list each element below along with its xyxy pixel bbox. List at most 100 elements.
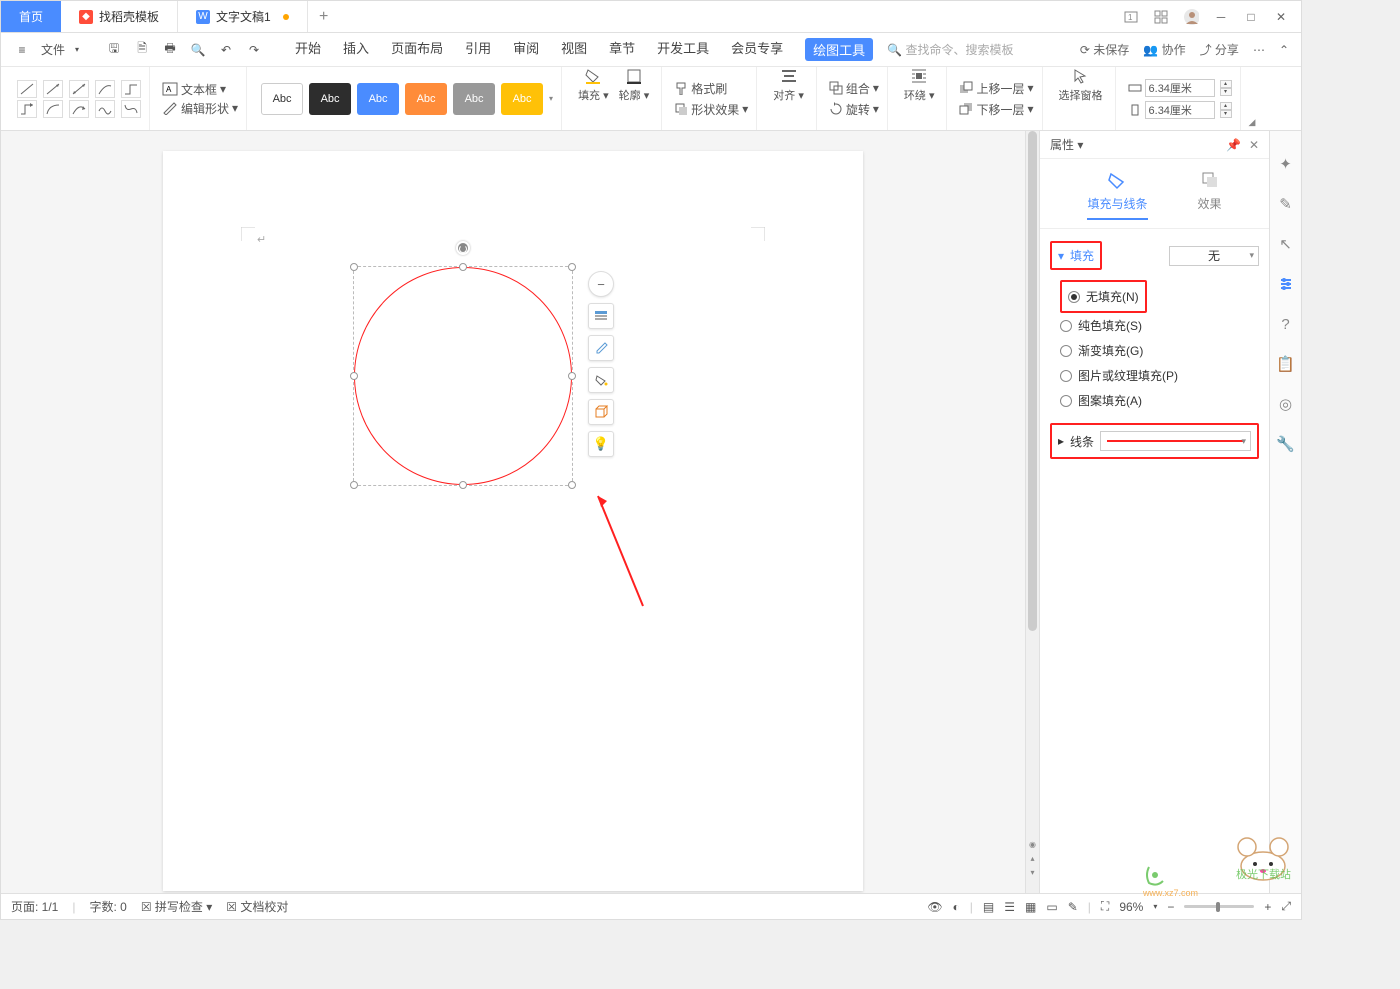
circle-shape[interactable] — [354, 267, 572, 485]
save-icon[interactable]: 🖫 — [105, 41, 123, 59]
status-page[interactable]: 页面: 1/1 — [11, 898, 58, 915]
view-read-icon[interactable]: ▭ — [1046, 900, 1057, 914]
rail-clipboard-icon[interactable]: 📋 — [1277, 355, 1295, 373]
line-shape-5[interactable] — [121, 80, 141, 98]
view-print-icon[interactable]: ▤ — [983, 900, 994, 914]
tool-layout[interactable] — [588, 303, 614, 329]
menu-review[interactable]: 审阅 — [513, 38, 539, 61]
new-tab-button[interactable]: + — [308, 1, 340, 32]
status-words[interactable]: 字数: 0 — [89, 898, 126, 915]
shape-style-4[interactable]: Abc — [405, 83, 447, 115]
search-input[interactable]: 🔍 查找命令、搜索模板 — [887, 41, 1013, 58]
radio-no-fill[interactable]: 无填充(N) — [1068, 284, 1139, 309]
bring-forward-button[interactable]: 上移一层 ▾ — [959, 79, 1033, 98]
status-proofread[interactable]: ☒ 文档校对 — [226, 898, 288, 915]
canvas[interactable]: ↵ − — [1, 131, 1025, 893]
tab-template[interactable]: ◆ 找稻壳模板 — [61, 1, 178, 32]
tool-fill[interactable] — [588, 367, 614, 393]
line-shape-4[interactable] — [95, 80, 115, 98]
rotate-handle[interactable] — [456, 241, 470, 255]
textbox-button[interactable]: A文本框 ▾ — [162, 81, 238, 98]
unsaved-label[interactable]: ⟳ 未保存 — [1080, 41, 1129, 58]
view-web-icon[interactable]: ▦ — [1025, 900, 1036, 914]
rail-styles-icon[interactable]: ✦ — [1277, 155, 1295, 173]
menu-dev-tools[interactable]: 开发工具 — [657, 38, 709, 61]
line-shape-8[interactable] — [69, 100, 89, 118]
close-button[interactable]: ✕ — [1273, 9, 1289, 25]
menu-references[interactable]: 引用 — [465, 38, 491, 61]
group-button[interactable]: 组合 ▾ — [829, 79, 879, 98]
height-up[interactable]: ▴ — [1220, 102, 1232, 110]
scroll-prev-icon[interactable]: ▴ — [1026, 851, 1039, 865]
height-input[interactable]: 6.34厘米 — [1145, 101, 1215, 119]
scroll-mode-icon[interactable]: ◉ — [1026, 837, 1039, 851]
more-icon[interactable]: ⋯ — [1253, 43, 1265, 57]
menu-page-layout[interactable]: 页面布局 — [391, 38, 443, 61]
edit-shape-button[interactable]: 编辑形状 ▾ — [162, 100, 238, 117]
reading-mode-icon[interactable]: 1 — [1123, 9, 1139, 25]
tool-idea[interactable]: 💡 — [588, 431, 614, 457]
outline-button[interactable]: 轮廓 ▾ — [615, 67, 654, 130]
zoom-slider[interactable] — [1184, 905, 1254, 908]
shape-style-1[interactable]: Abc — [261, 83, 303, 115]
resize-handle-se[interactable] — [568, 481, 576, 489]
prop-tab-fill-line[interactable]: 填充与线条 — [1087, 169, 1147, 220]
fullscreen-icon[interactable]: ⤢ — [1281, 899, 1291, 914]
view-edit-icon[interactable]: ✎ — [1068, 900, 1078, 914]
width-down[interactable]: ▾ — [1220, 88, 1232, 96]
menu-insert[interactable]: 插入 — [343, 38, 369, 61]
fill-section-header[interactable]: ▾ 填充 — [1050, 241, 1102, 270]
prop-tab-effects[interactable]: 效果 — [1198, 169, 1222, 220]
style-more-icon[interactable]: ▾ — [549, 94, 553, 103]
vertical-scrollbar[interactable]: ◉ ▴ ▾ — [1025, 131, 1039, 893]
menu-chapter[interactable]: 章节 — [609, 38, 635, 61]
selection-pane-button[interactable]: 选择窗格 — [1055, 67, 1107, 130]
undo-icon[interactable]: ↶ — [217, 41, 235, 59]
menu-start[interactable]: 开始 — [295, 38, 321, 61]
line-shape-2[interactable] — [43, 80, 63, 98]
hamburger-icon[interactable]: ≡ — [13, 41, 31, 59]
view-outline-icon[interactable]: ☰ — [1004, 900, 1015, 914]
scroll-next-icon[interactable]: ▾ — [1026, 865, 1039, 879]
minimize-button[interactable]: ─ — [1213, 9, 1229, 25]
rail-target-icon[interactable]: ◎ — [1277, 395, 1295, 413]
scroll-thumb[interactable] — [1028, 131, 1037, 631]
shape-style-5[interactable]: Abc — [453, 83, 495, 115]
width-up[interactable]: ▴ — [1220, 80, 1232, 88]
resize-handle-s[interactable] — [459, 481, 467, 489]
collapse-ribbon-icon[interactable]: ⌃ — [1279, 43, 1289, 57]
line-shape-7[interactable] — [43, 100, 63, 118]
status-eye-icon[interactable]: 👁 — [927, 900, 942, 914]
line-shape-9[interactable] — [95, 100, 115, 118]
maximize-button[interactable]: □ — [1243, 9, 1259, 25]
rail-help-icon[interactable]: ? — [1277, 315, 1295, 333]
resize-handle-w[interactable] — [350, 372, 358, 380]
file-menu[interactable]: 文件 — [41, 41, 65, 58]
height-down[interactable]: ▾ — [1220, 110, 1232, 118]
radio-pattern-fill[interactable]: 图案填充(A) — [1060, 388, 1178, 413]
fill-button[interactable]: 填充 ▾ — [574, 67, 613, 130]
avatar-icon[interactable] — [1183, 9, 1199, 25]
line-section[interactable]: ▸ 线条 — [1050, 423, 1259, 459]
line-shape-1[interactable] — [17, 80, 37, 98]
tool-zoom-out[interactable]: − — [588, 271, 614, 297]
width-input[interactable]: 6.34厘米 — [1145, 79, 1215, 97]
line-shape-3[interactable] — [69, 80, 89, 98]
print-preview-icon[interactable]: 🔍 — [189, 41, 207, 59]
fill-type-select[interactable]: 无 — [1169, 246, 1259, 266]
rail-pen-icon[interactable]: ✎ — [1277, 195, 1295, 213]
resize-handle-ne[interactable] — [568, 263, 576, 271]
tab-home[interactable]: 首页 — [1, 1, 61, 32]
rail-tools-icon[interactable]: 🔧 — [1277, 435, 1295, 453]
shape-effects-button[interactable]: 形状效果 ▾ — [674, 100, 748, 119]
resize-handle-n[interactable] — [459, 263, 467, 271]
line-shape-6[interactable] — [17, 100, 37, 118]
redo-icon[interactable]: ↷ — [245, 41, 263, 59]
align-button[interactable]: 对齐 ▾ — [769, 67, 808, 130]
line-color-select[interactable] — [1100, 431, 1251, 451]
status-focus-icon[interactable]: ◐ — [953, 900, 960, 914]
rail-select-icon[interactable]: ↖ — [1277, 235, 1295, 253]
shape-style-6[interactable]: Abc — [501, 83, 543, 115]
resize-handle-nw[interactable] — [350, 263, 358, 271]
collab-button[interactable]: 👥 协作 — [1143, 41, 1185, 58]
